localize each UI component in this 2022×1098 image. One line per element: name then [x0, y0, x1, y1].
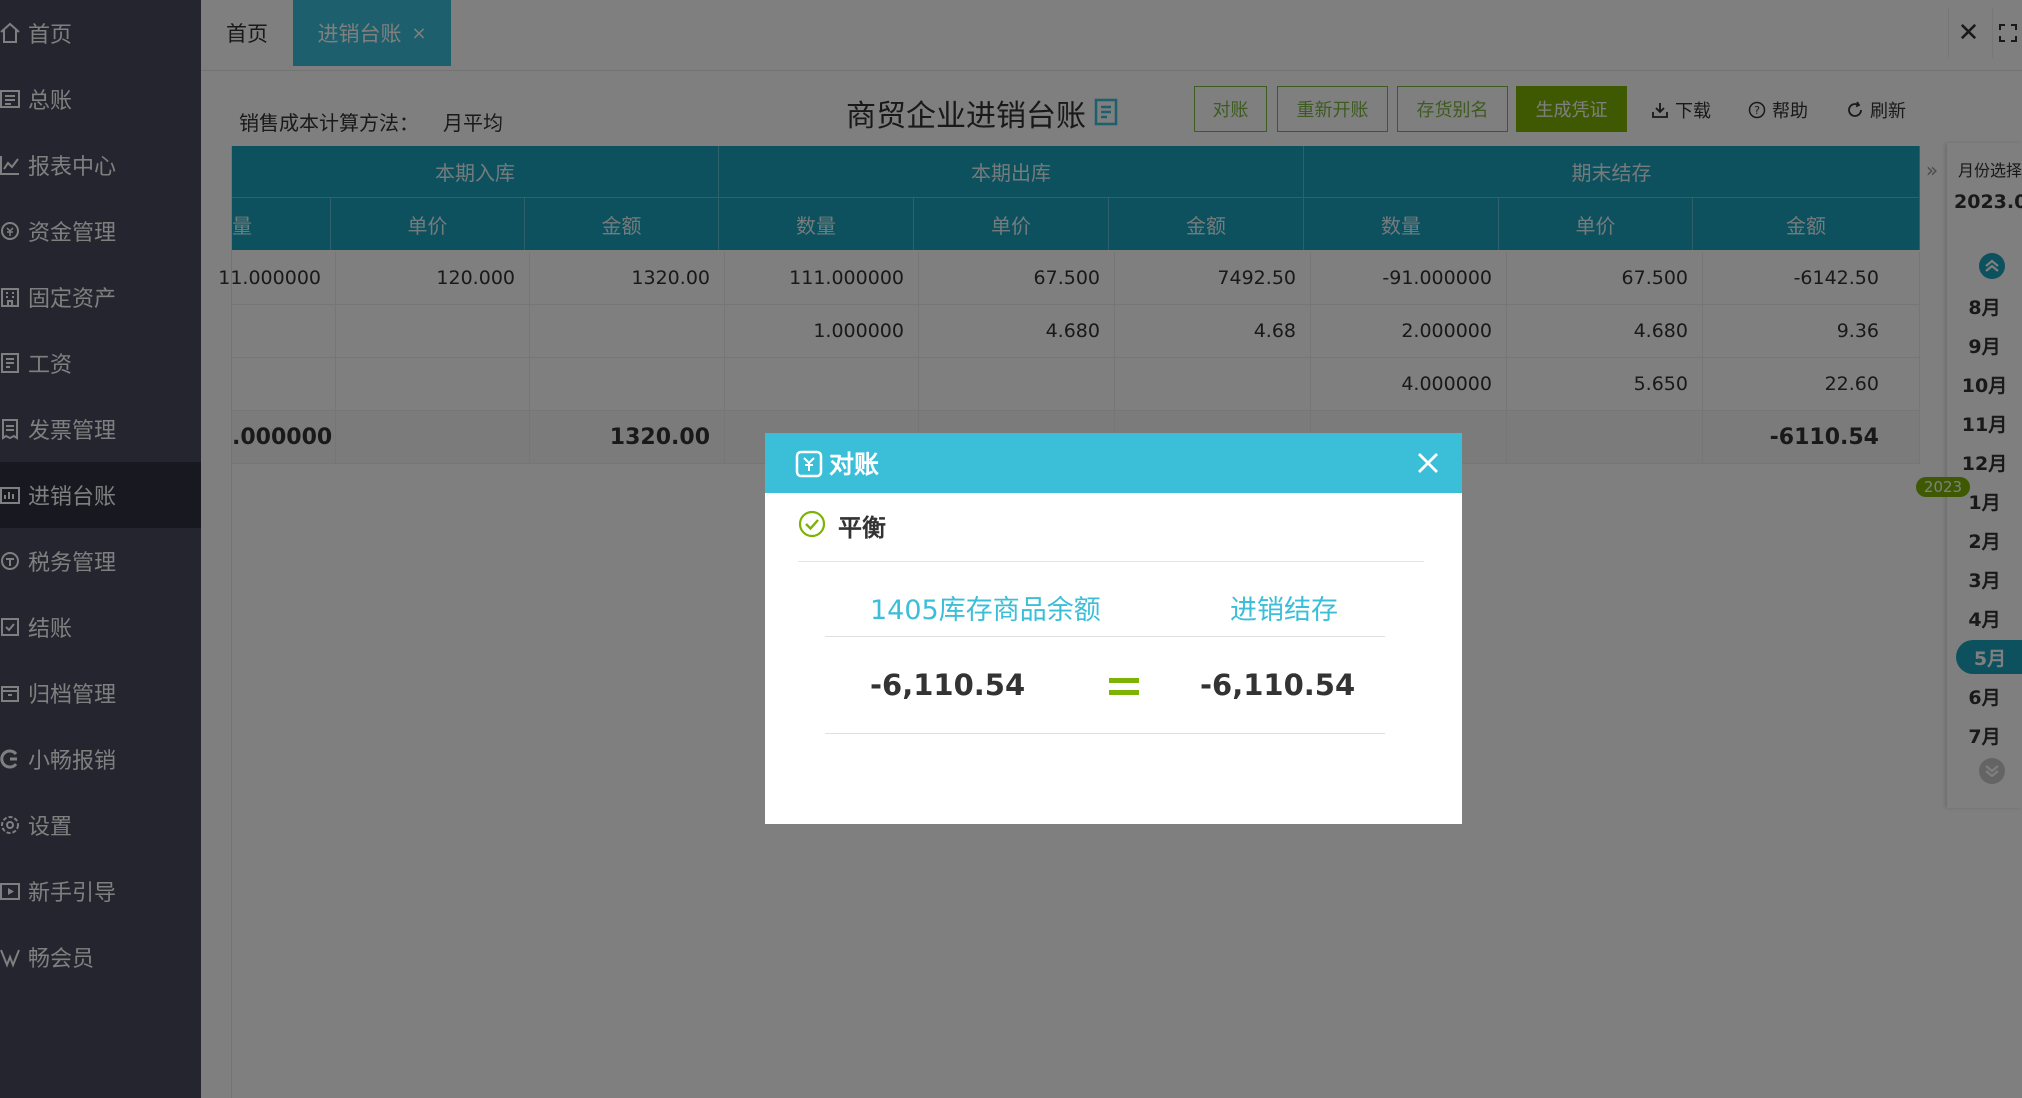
close-icon: [1418, 453, 1438, 473]
equals-icon: [1109, 676, 1139, 702]
dialog-title: 对账: [829, 450, 880, 479]
reconcile-icon: [795, 450, 823, 482]
inventory-balance-value: -6,110.54: [870, 668, 1026, 702]
divider: [825, 733, 1385, 734]
balance-status: 平衡: [838, 514, 886, 542]
ledger-balance-header: 进销结存: [1230, 595, 1338, 626]
divider: [825, 636, 1385, 637]
divider: [798, 561, 1424, 562]
dialog-close-button[interactable]: [1410, 445, 1446, 481]
dialog-header: 对账: [765, 433, 1462, 493]
check-circle-icon: [798, 510, 826, 542]
reconcile-dialog: 对账 平衡 1405库存商品余额 进销结存 -6,110.54 -6,110.5…: [765, 433, 1462, 824]
inventory-balance-header: 1405库存商品余额: [870, 595, 1101, 626]
ledger-balance-value: -6,110.54: [1200, 668, 1356, 702]
